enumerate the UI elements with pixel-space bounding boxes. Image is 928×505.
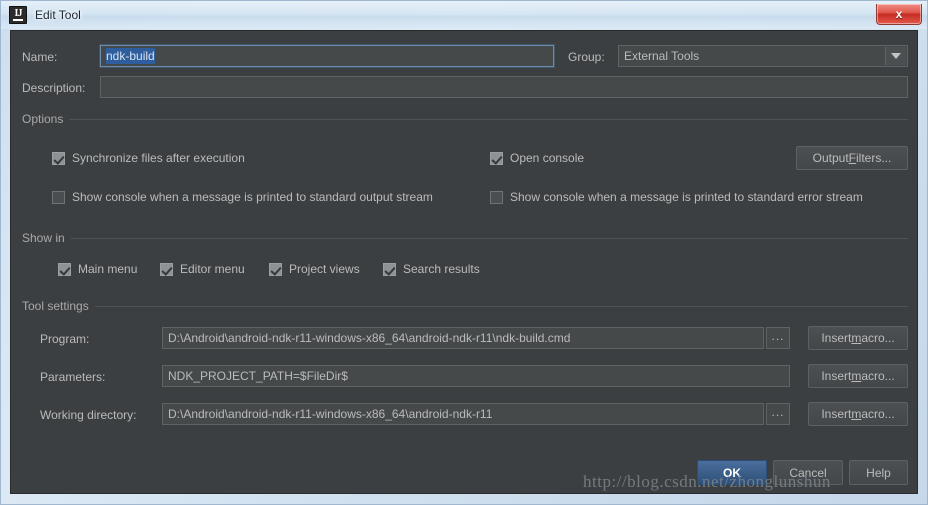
program-browse-button[interactable]: ... [766, 327, 790, 349]
working-directory-label: Working directory: [40, 408, 137, 422]
checkbox-project-views[interactable]: Project views [269, 262, 360, 276]
ellipsis-icon: ... [771, 405, 785, 419]
intellij-idea-icon: IJ [9, 6, 27, 24]
checkbox-main-menu-box[interactable] [58, 262, 71, 276]
insert-macro-wd-label-post: acro... [861, 407, 895, 421]
tool-settings-section-label: Tool settings [22, 299, 89, 313]
output-filters-button-mnemonic: F [848, 151, 857, 165]
checkbox-search-results[interactable]: Search results [383, 262, 480, 276]
checkbox-synchronize-files-label: Synchronize files after execution [72, 151, 245, 165]
help-button-label: Help [866, 465, 891, 480]
insert-macro-wd-label-pre: Insert [821, 407, 852, 421]
options-section-header: Options [22, 112, 908, 126]
checkbox-synchronize-files[interactable]: Synchronize files after execution [52, 151, 245, 165]
tool-settings-section-header: Tool settings [22, 299, 908, 313]
checkbox-project-views-label: Project views [289, 262, 360, 276]
checkbox-open-console[interactable]: Open console [490, 151, 584, 165]
group-select-value: External Tools [624, 49, 700, 63]
name-label: Name: [22, 50, 58, 64]
insert-macro-parameters-button[interactable]: Insert m acro... [808, 364, 908, 388]
insert-macro-program-mnemonic: m [851, 331, 862, 345]
checkbox-main-menu[interactable]: Main menu [58, 262, 137, 276]
checkbox-show-console-stdout-label: Show console when a message is printed t… [72, 190, 433, 204]
checkbox-show-console-stderr-label: Show console when a message is printed t… [510, 190, 863, 204]
working-directory-input[interactable]: D:\Android\android-ndk-r11-windows-x86_6… [162, 403, 764, 425]
options-section-label: Options [22, 112, 64, 126]
checkbox-show-console-stderr[interactable]: Show console when a message is printed t… [490, 190, 863, 204]
chevron-down-icon[interactable] [885, 47, 906, 65]
insert-macro-parameters-label-post: acro... [861, 369, 895, 383]
checkbox-show-console-stderr-box[interactable] [490, 190, 503, 204]
show-in-section-divider [70, 237, 908, 239]
title-bar[interactable]: IJ Edit Tool x [1, 1, 927, 29]
show-in-section-header: Show in [22, 231, 908, 245]
output-filters-button[interactable]: Output Filters... [796, 146, 908, 170]
close-icon: x [895, 7, 903, 21]
output-filters-button-label-post: ilters... [856, 151, 892, 165]
working-directory-browse-button[interactable]: ... [766, 403, 790, 425]
group-select[interactable]: External Tools [618, 45, 908, 67]
close-button[interactable]: x [876, 4, 922, 25]
name-input-value: ndk-build [106, 48, 155, 64]
name-input[interactable]: ndk-build [100, 45, 554, 67]
insert-macro-parameters-label-pre: Insert [821, 369, 852, 383]
chevron-down-icon-glyph [891, 53, 901, 59]
insert-macro-program-button[interactable]: Insert m acro... [808, 326, 908, 350]
window-title: Edit Tool [35, 8, 81, 22]
tool-settings-section-divider [94, 305, 908, 307]
edit-tool-window: IJ Edit Tool x Name: ndk-build Group: Ex… [0, 0, 928, 505]
insert-macro-program-label-pre: Insert [821, 331, 852, 345]
parameters-input[interactable]: NDK_PROJECT_PATH=$FileDir$ [162, 365, 790, 387]
insert-macro-working-directory-button[interactable]: Insert m acro... [808, 402, 908, 426]
help-button[interactable]: Help [849, 460, 908, 485]
options-section-divider [69, 118, 908, 120]
parameters-input-value: NDK_PROJECT_PATH=$FileDir$ [168, 369, 348, 383]
checkbox-editor-menu-box[interactable] [160, 262, 173, 276]
description-input[interactable] [100, 76, 908, 98]
checkbox-main-menu-label: Main menu [78, 262, 138, 276]
insert-macro-wd-mnemonic: m [851, 407, 862, 421]
checkbox-show-console-stdout[interactable]: Show console when a message is printed t… [52, 190, 433, 204]
checkbox-project-views-box[interactable] [269, 262, 282, 276]
insert-macro-parameters-mnemonic: m [851, 369, 862, 383]
checkbox-synchronize-files-box[interactable] [52, 151, 65, 165]
checkbox-search-results-box[interactable] [383, 262, 396, 276]
ellipsis-icon: ... [771, 329, 785, 343]
checkbox-search-results-label: Search results [403, 262, 480, 276]
show-in-section-label: Show in [22, 231, 65, 245]
group-label: Group: [568, 50, 605, 64]
program-label: Program: [40, 332, 90, 346]
checkbox-show-console-stdout-box[interactable] [52, 190, 65, 204]
description-label: Description: [22, 81, 86, 95]
program-input-value: D:\Android\android-ndk-r11-windows-x86_6… [168, 331, 571, 345]
checkbox-open-console-box[interactable] [490, 151, 503, 165]
intellij-idea-icon-bar [13, 19, 23, 21]
insert-macro-program-label-post: acro... [861, 331, 895, 345]
program-input[interactable]: D:\Android\android-ndk-r11-windows-x86_6… [162, 327, 764, 349]
watermark-text: http://blog.csdn.net/zhonglunshun [583, 472, 831, 491]
working-directory-input-value: D:\Android\android-ndk-r11-windows-x86_6… [168, 407, 493, 421]
output-filters-button-label-pre: Output [812, 151, 849, 165]
edit-tool-dialog: Name: ndk-build Group: External Tools De… [10, 30, 918, 494]
checkbox-editor-menu-label: Editor menu [180, 262, 245, 276]
checkbox-editor-menu[interactable]: Editor menu [160, 262, 245, 276]
checkbox-open-console-label: Open console [510, 151, 585, 165]
parameters-label: Parameters: [40, 370, 106, 384]
